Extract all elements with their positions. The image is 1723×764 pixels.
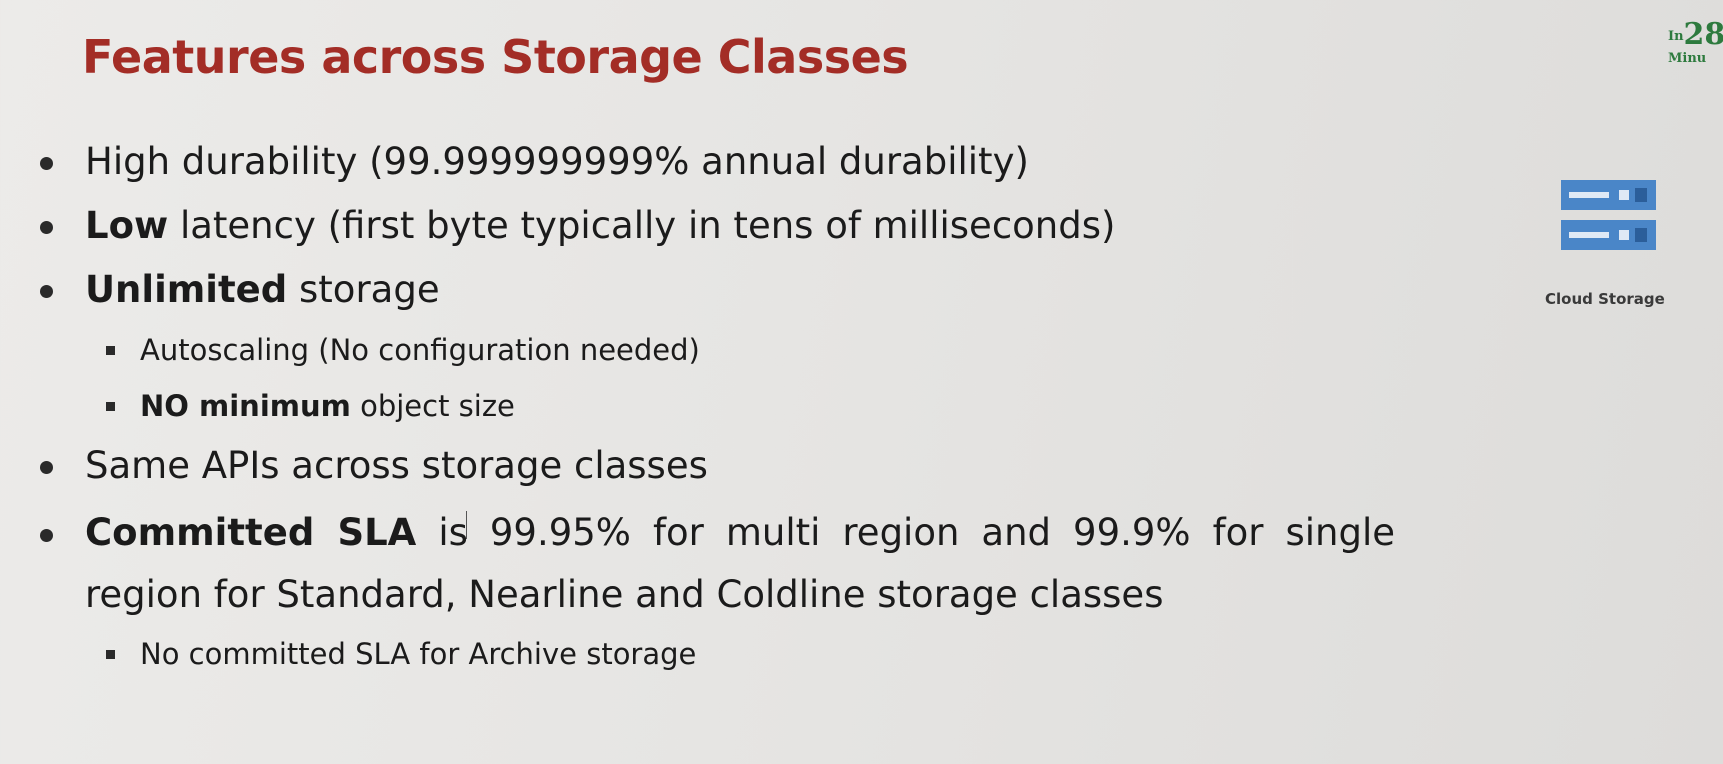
logo-prefix: In — [1668, 29, 1684, 44]
bullet-dot — [40, 285, 53, 298]
bullet-bold-text: Committed SLA — [85, 511, 417, 554]
sub-bullet-archive-sla: No committed SLA for Archive storage — [40, 626, 1370, 682]
bullet-dot — [40, 221, 53, 234]
bullet-durability: High durability (99.999999999% annual du… — [40, 130, 1370, 194]
cloud-storage-caption: Cloud Storage — [1545, 290, 1665, 308]
course-logo: In28 Minu — [1668, 17, 1723, 66]
bullet-apis: Same APIs across storage classes — [40, 434, 1370, 498]
bullet-storage: Unlimited storage — [40, 258, 1370, 322]
bullet-bold-text: Unlimited — [85, 268, 288, 311]
sub-bullet-min-size: NO minimum object size — [40, 378, 1370, 434]
bullet-text: storage — [287, 268, 440, 311]
bullet-latency: Low latency (first byte typically in ten… — [40, 194, 1370, 258]
sub-bullet-square — [106, 650, 115, 659]
sub-bullet-text: object size — [350, 389, 515, 423]
bullet-text: is — [416, 511, 468, 554]
sub-bullet-bold-text: NO minimum — [140, 389, 351, 423]
sub-bullet-text: Autoscaling (No configuration needed) — [140, 333, 700, 367]
bullet-sla: Committed SLA is 99.95% for multi region… — [40, 502, 1395, 626]
sub-bullet-square — [106, 402, 115, 411]
sub-bullet-text: No committed SLA for Archive storage — [140, 637, 697, 671]
bullet-text: Same APIs across storage classes — [85, 444, 708, 487]
logo-number: 28 — [1683, 17, 1723, 52]
bullet-dot — [40, 529, 53, 542]
bullet-dot — [40, 461, 53, 474]
bullet-text: High durability (99.999999999% annual du… — [85, 140, 1029, 183]
cloud-storage-icon — [1561, 180, 1656, 250]
bullet-bold-text: Low — [85, 204, 169, 247]
bullet-list: High durability (99.999999999% annual du… — [40, 130, 1395, 682]
bullet-dot — [40, 157, 53, 170]
slide-title: Features across Storage Classes — [82, 30, 909, 84]
bullet-text: latency (first byte typically in tens of… — [168, 204, 1116, 247]
sub-bullet-square — [106, 346, 115, 355]
logo-unit: Minu — [1668, 51, 1707, 66]
sub-bullet-autoscaling: Autoscaling (No configuration needed) — [40, 322, 1370, 378]
slide: Features across Storage Classes High dur… — [0, 0, 1723, 764]
